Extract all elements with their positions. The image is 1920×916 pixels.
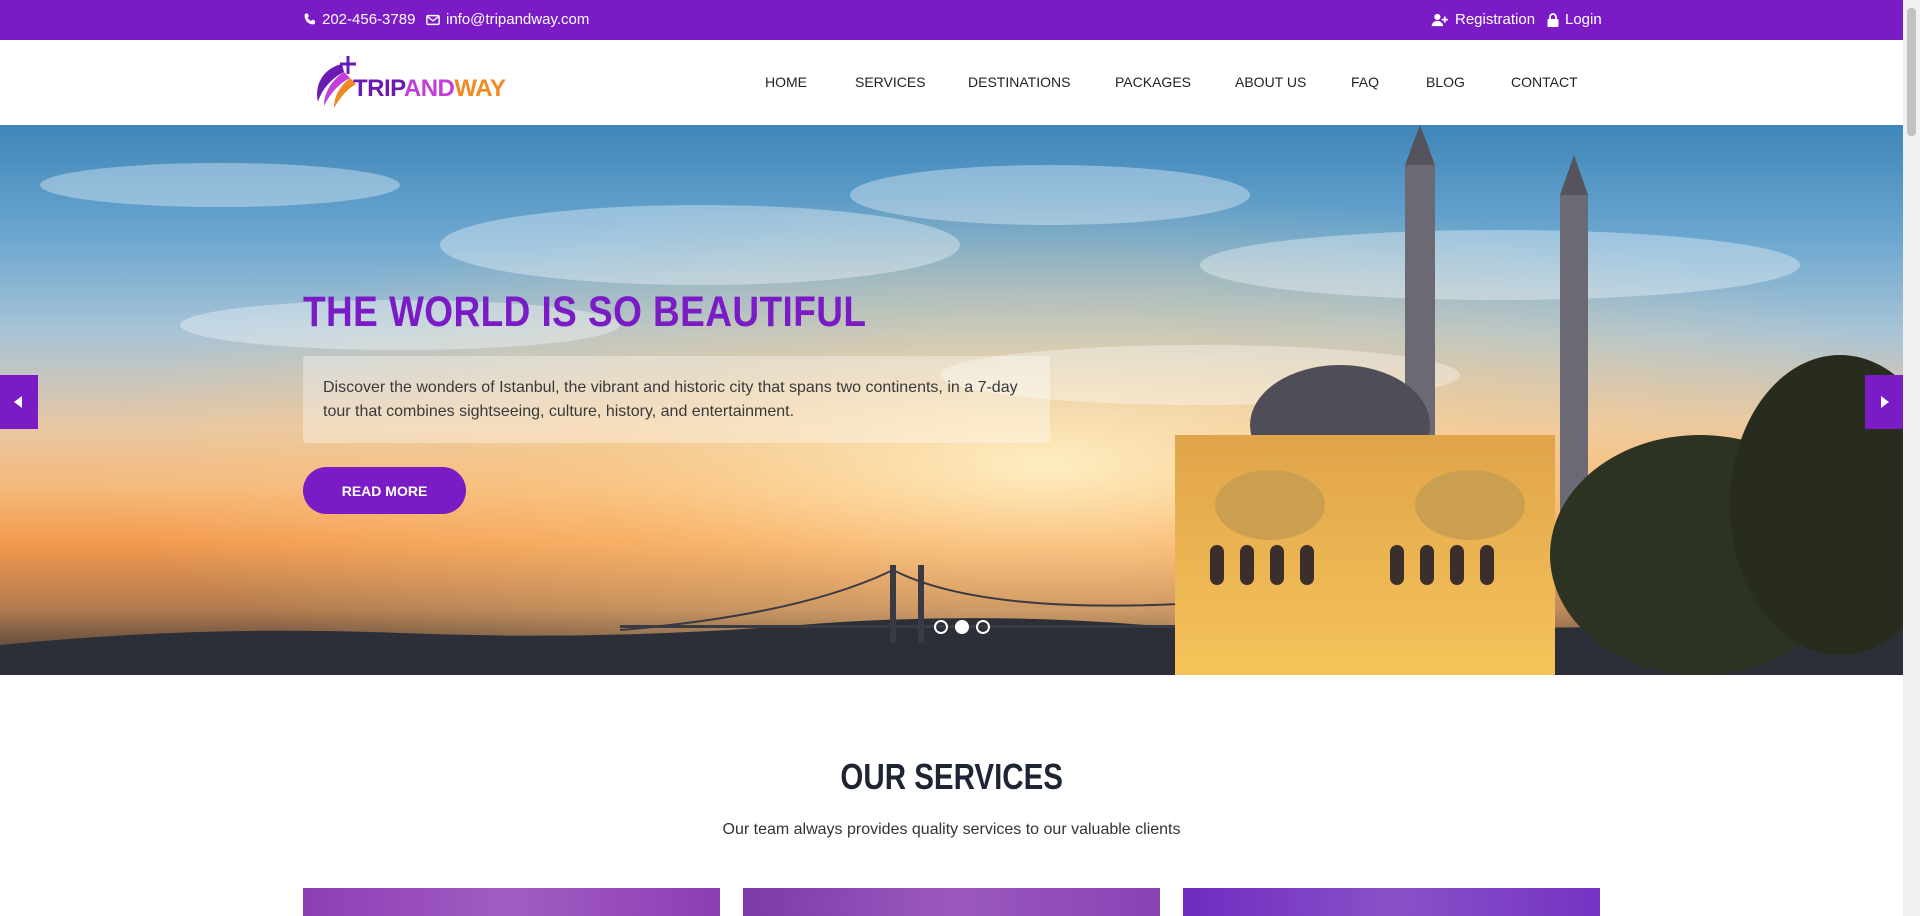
nav-about-us[interactable]: ABOUT US bbox=[1235, 74, 1306, 90]
nav-contact[interactable]: CONTACT bbox=[1511, 74, 1578, 90]
login-label: Login bbox=[1565, 11, 1602, 28]
phone-contact[interactable]: 202-456-3789 bbox=[303, 11, 415, 28]
lock-icon bbox=[1547, 12, 1559, 27]
nav-services[interactable]: SERVICES bbox=[855, 74, 926, 90]
slider-dot-3[interactable] bbox=[976, 620, 990, 634]
slider-next-button[interactable] bbox=[1865, 375, 1903, 429]
registration-link[interactable]: Registration bbox=[1431, 11, 1535, 28]
envelope-icon bbox=[426, 14, 440, 25]
registration-label: Registration bbox=[1455, 11, 1536, 28]
chevron-left-icon bbox=[14, 396, 22, 408]
nav-blog[interactable]: BLOG bbox=[1426, 74, 1465, 90]
main-nav: HOME SERVICES DESTINATIONS PACKAGES ABOU… bbox=[0, 74, 1903, 94]
email-address: info@tripandway.com bbox=[446, 11, 590, 28]
slider-dot-1[interactable] bbox=[934, 620, 948, 634]
phone-number: 202-456-3789 bbox=[322, 11, 416, 28]
service-card-2[interactable] bbox=[743, 888, 1160, 916]
read-more-button[interactable]: READ MORE bbox=[303, 467, 466, 514]
nav-home[interactable]: HOME bbox=[765, 74, 807, 90]
service-card-3[interactable] bbox=[1183, 888, 1600, 916]
user-plus-icon bbox=[1431, 13, 1448, 26]
slider-dots bbox=[934, 620, 990, 634]
top-bar: 202-456-3789 info@tripandway.com Registr… bbox=[0, 0, 1903, 40]
email-contact[interactable]: info@tripandway.com bbox=[426, 11, 589, 28]
nav-faq[interactable]: FAQ bbox=[1351, 74, 1379, 90]
nav-packages[interactable]: PACKAGES bbox=[1115, 74, 1191, 90]
services-heading: OUR SERVICES bbox=[0, 756, 1903, 798]
slider-prev-button[interactable] bbox=[0, 375, 38, 429]
site-header: TRIPANDWAY HOME SERVICES DESTINATIONS PA… bbox=[0, 40, 1903, 125]
services-title: OUR SERVICES bbox=[840, 756, 1063, 797]
services-subtitle: Our team always provides quality service… bbox=[722, 821, 1181, 838]
login-link[interactable]: Login bbox=[1547, 11, 1602, 28]
hero-slider: THE WORLD IS SO BEAUTIFUL Discover the w… bbox=[0, 125, 1903, 675]
page-scrollbar[interactable] bbox=[1903, 0, 1920, 916]
slider-dot-2[interactable] bbox=[955, 620, 969, 634]
hero-description: Discover the wonders of Istanbul, the vi… bbox=[303, 356, 1050, 443]
nav-destinations[interactable]: DESTINATIONS bbox=[968, 74, 1070, 90]
hero-title: THE WORLD IS SO BEAUTIFUL bbox=[303, 288, 867, 336]
scrollbar-thumb[interactable] bbox=[1907, 8, 1916, 136]
chevron-right-icon bbox=[1881, 396, 1889, 408]
phone-icon bbox=[304, 13, 316, 25]
service-card-1[interactable] bbox=[303, 888, 720, 916]
